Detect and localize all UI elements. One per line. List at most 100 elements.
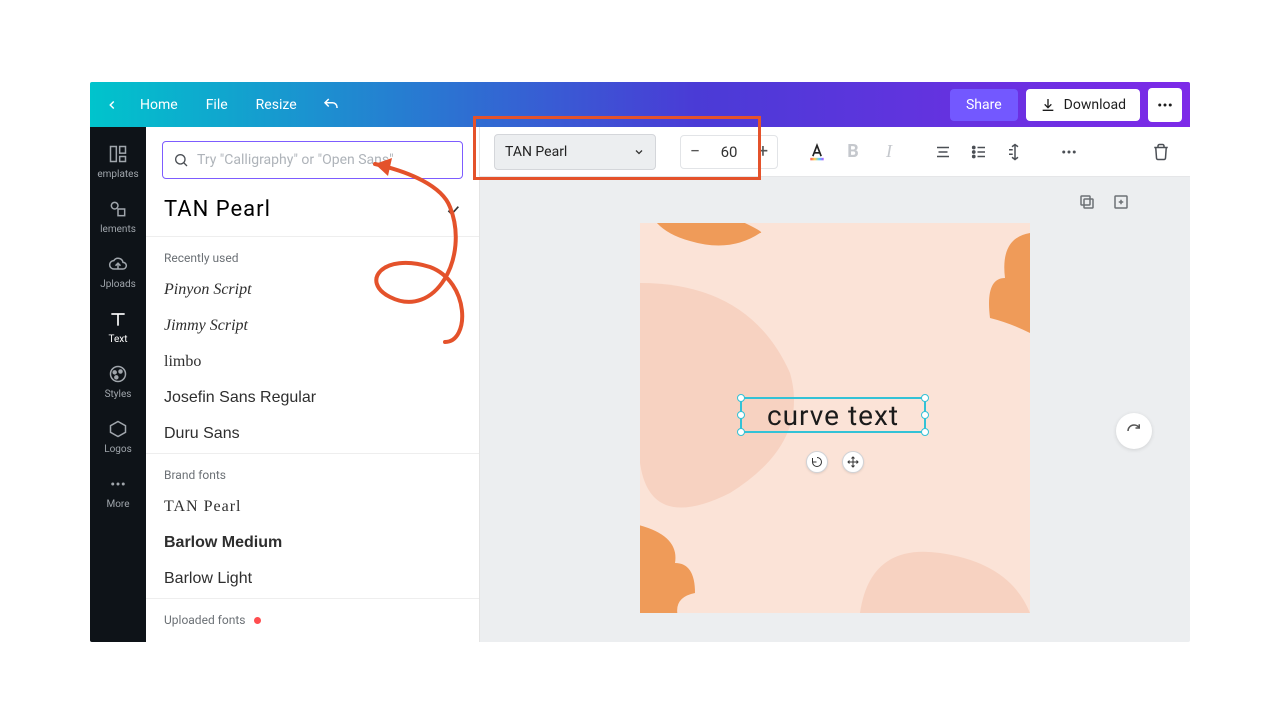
- rail-uploads-label: Jploads: [100, 279, 136, 290]
- more-button[interactable]: [1148, 88, 1182, 122]
- section-uploaded-fonts: Uploaded fonts: [146, 599, 479, 635]
- download-button[interactable]: Download: [1026, 89, 1140, 121]
- font-jimmy-script[interactable]: Jimmy Script: [146, 309, 479, 345]
- rotate-handle[interactable]: [806, 451, 828, 473]
- text-icon: [107, 308, 129, 330]
- current-font-name: TAN Pearl: [164, 197, 271, 222]
- font-size-input[interactable]: [709, 137, 749, 167]
- rail-text[interactable]: Text: [90, 298, 146, 353]
- resize-handle-w[interactable]: [737, 411, 745, 419]
- rail-logos-label: Logos: [104, 444, 132, 455]
- section-recently-used: Recently used: [146, 237, 479, 273]
- floating-action-button[interactable]: [1116, 413, 1152, 449]
- check-icon: [445, 202, 461, 218]
- notification-dot-icon: [254, 617, 261, 624]
- more-icon: [107, 473, 129, 495]
- rail-templates-label: emplates: [97, 169, 138, 180]
- app-window: Home File Resize Share Download emplates…: [90, 82, 1190, 642]
- rail-logos[interactable]: Logos: [90, 408, 146, 463]
- top-bar: Home File Resize Share Download: [90, 82, 1190, 127]
- add-page-icon: [1112, 193, 1130, 211]
- more-horizontal-icon: [1060, 143, 1078, 161]
- italic-button[interactable]: I: [874, 137, 904, 167]
- font-josefin-sans[interactable]: Josefin Sans Regular: [146, 381, 479, 417]
- share-button[interactable]: Share: [950, 89, 1018, 121]
- delete-button[interactable]: [1146, 137, 1176, 167]
- font-selector[interactable]: TAN Pearl: [494, 134, 656, 170]
- spacing-icon: [1006, 143, 1024, 161]
- rail-elements[interactable]: lements: [90, 188, 146, 243]
- menu-file[interactable]: File: [192, 97, 242, 113]
- refresh-icon: [1125, 422, 1143, 440]
- rail-elements-label: lements: [100, 224, 136, 235]
- font-panel: TAN Pearl Recently used Pinyon Script Ji…: [146, 127, 480, 642]
- font-barlow-medium[interactable]: Barlow Medium: [146, 526, 479, 562]
- canvas-page-tools: [1076, 191, 1132, 213]
- undo-icon: [322, 96, 340, 114]
- section-brand-fonts: Brand fonts: [146, 454, 479, 490]
- resize-handle-e[interactable]: [921, 411, 929, 419]
- chevron-down-icon: [633, 146, 645, 158]
- font-tan-pearl[interactable]: TAN Pearl: [146, 490, 479, 526]
- design-canvas[interactable]: curve text: [640, 223, 1030, 613]
- font-size-control: − +: [680, 135, 778, 169]
- more-horizontal-icon: [1156, 96, 1174, 114]
- rotate-icon: [811, 456, 823, 468]
- rail-styles-label: Styles: [105, 389, 132, 400]
- elements-icon: [107, 198, 129, 220]
- download-icon: [1040, 97, 1056, 113]
- add-page-button[interactable]: [1110, 191, 1132, 213]
- current-font-row[interactable]: TAN Pearl: [146, 189, 479, 237]
- move-handle[interactable]: [842, 451, 864, 473]
- undo-button[interactable]: [317, 96, 345, 114]
- uploads-icon: [107, 253, 129, 275]
- trash-icon: [1152, 143, 1170, 161]
- selected-text-element[interactable]: curve text: [740, 397, 926, 433]
- styles-icon: [107, 363, 129, 385]
- rail-styles[interactable]: Styles: [90, 353, 146, 408]
- spacing-button[interactable]: [1000, 137, 1030, 167]
- duplicate-icon: [1078, 193, 1096, 211]
- canvas-area: curve text: [480, 177, 1190, 642]
- font-limbo[interactable]: limbo: [146, 345, 479, 381]
- increase-size-button[interactable]: +: [749, 136, 777, 168]
- font-selector-value: TAN Pearl: [505, 144, 567, 160]
- text-color-button[interactable]: [802, 137, 832, 167]
- rail-text-label: Text: [108, 334, 127, 345]
- search-icon: [173, 152, 189, 168]
- element-controls: [806, 451, 864, 473]
- resize-handle-nw[interactable]: [737, 394, 745, 402]
- rail-templates[interactable]: emplates: [90, 133, 146, 188]
- templates-icon: [107, 143, 129, 165]
- rail-uploads[interactable]: Jploads: [90, 243, 146, 298]
- uploaded-fonts-label: Uploaded fonts: [164, 613, 245, 627]
- list-button[interactable]: [964, 137, 994, 167]
- download-label: Download: [1064, 97, 1126, 113]
- align-button[interactable]: [928, 137, 958, 167]
- decrease-size-button[interactable]: −: [681, 136, 709, 168]
- side-rail: emplates lements Jploads Text Styles: [90, 127, 146, 642]
- chevron-left-icon: [105, 98, 119, 112]
- move-icon: [847, 456, 859, 468]
- font-barlow-light[interactable]: Barlow Light: [146, 562, 479, 598]
- text-toolbar: TAN Pearl − + B I: [480, 127, 1190, 177]
- rail-more[interactable]: More: [90, 463, 146, 518]
- font-duru-sans[interactable]: Duru Sans: [146, 417, 479, 453]
- font-pinyon-script[interactable]: Pinyon Script: [146, 273, 479, 309]
- text-color-icon: [807, 142, 827, 162]
- back-button[interactable]: [98, 91, 126, 119]
- resize-handle-sw[interactable]: [737, 428, 745, 436]
- toolbar-more-button[interactable]: [1054, 137, 1084, 167]
- align-icon: [934, 143, 952, 161]
- resize-handle-se[interactable]: [921, 428, 929, 436]
- text-content: curve text: [767, 399, 899, 432]
- font-search[interactable]: [162, 141, 463, 179]
- rail-more-label: More: [106, 499, 129, 510]
- menu-resize[interactable]: Resize: [242, 97, 311, 113]
- duplicate-page-button[interactable]: [1076, 191, 1098, 213]
- menu-home[interactable]: Home: [126, 97, 192, 113]
- list-icon: [970, 143, 988, 161]
- font-search-input[interactable]: [197, 152, 452, 168]
- resize-handle-ne[interactable]: [921, 394, 929, 402]
- bold-button[interactable]: B: [838, 137, 868, 167]
